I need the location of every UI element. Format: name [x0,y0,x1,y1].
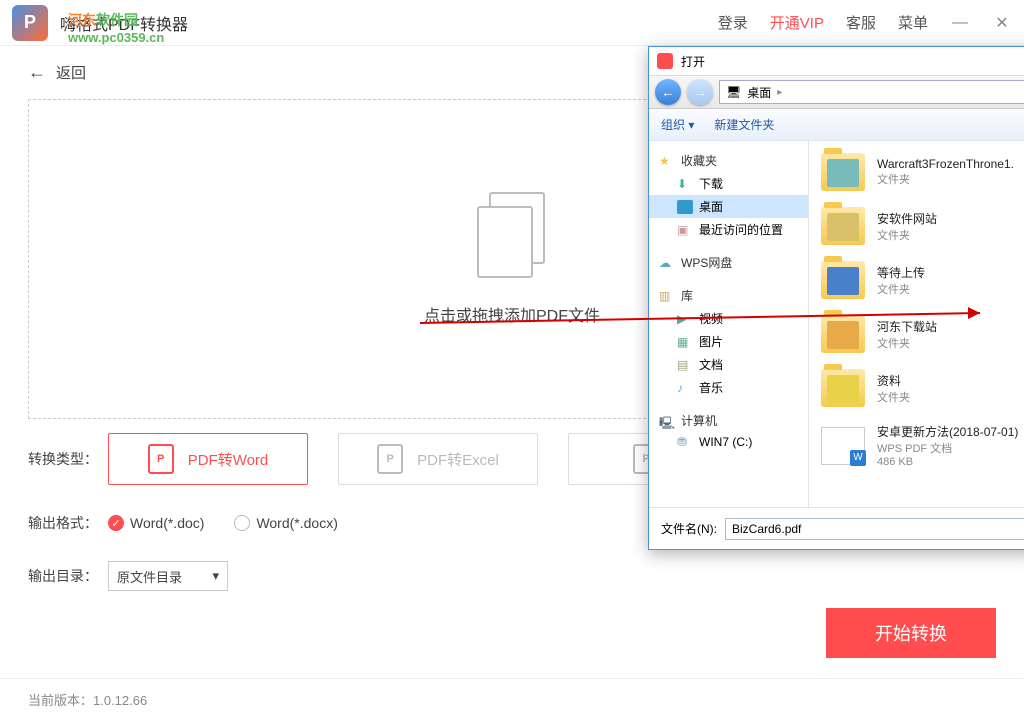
open-file-dialog: 打开 ← → 🖥 桌面 ▸ 组织 ▾ 新建文件夹 ★收藏夹 ⬇下载 桌面 ▣最近… [648,46,1024,550]
tree-favorites[interactable]: ★收藏夹 [649,149,808,172]
dialog-toolbar: 组织 ▾ 新建文件夹 [649,109,1024,141]
tree-computer[interactable]: 🖳计算机 [649,409,808,432]
star-icon: ★ [659,154,675,168]
filename-label: 文件名(N): [661,520,717,537]
recent-icon: ▣ [677,223,693,237]
folder-icon [821,153,865,191]
pdf-file-icon [821,427,865,465]
drive-icon: ⛃ [677,435,693,449]
nav-back-button[interactable]: ← [655,79,681,105]
radio-checked-icon [108,515,124,531]
dialog-title: 打开 [681,53,705,70]
desktop-path-icon: 🖥 [726,85,741,99]
folder-icon [821,207,865,245]
tree-c-drive[interactable]: ⛃WIN7 (C:) [649,432,808,452]
video-icon: ▶ [677,312,693,326]
word-file-icon: P [148,444,174,474]
folder-icon [821,315,865,353]
vip-link[interactable]: 开通VIP [770,12,824,33]
menu-link[interactable]: 菜单 [898,12,928,33]
tree-pictures[interactable]: ▦图片 [649,330,808,353]
output-dir-label: 输出目录： [28,566,108,586]
file-row[interactable]: 安卓更新方法(2018-07-01)WPS PDF 文档486 KB [809,415,1024,476]
chevron-down-icon: ▾ [212,568,219,584]
footer-version: 当前版本：1.0.12.66 [0,678,1024,720]
output-dir-select[interactable]: 原文件目录 ▾ [108,561,228,591]
file-row[interactable]: 安软件网站文件夹 [809,199,1024,253]
type-pdf-to-word[interactable]: P PDF转Word [108,433,308,485]
output-format-label: 输出格式： [28,513,108,533]
radio-docx[interactable]: Word(*.docx) [234,515,337,531]
address-bar[interactable]: 🖥 桌面 ▸ [719,80,1024,104]
file-size: 486 KB [877,456,1018,468]
computer-icon: 🖳 [659,414,675,428]
folder-icon [821,369,865,407]
tree-recent[interactable]: ▣最近访问的位置 [649,218,808,241]
file-meta: 文件夹 [877,227,937,243]
file-stack-icon [477,192,547,282]
dialog-bottom: 文件名(N): [649,507,1024,549]
tree-videos[interactable]: ▶视频 [649,307,808,330]
watermark: 河东软件园 www.pc0359.cn [68,10,164,45]
file-meta: WPS PDF 文档 [877,440,1018,456]
file-meta: 文件夹 [877,335,937,351]
file-name: Warcraft3FrozenThrone1. [877,157,1014,171]
start-convert-button[interactable]: 开始转换 [826,608,996,658]
tree-libraries[interactable]: ▥库 [649,284,808,307]
output-dir-section: 输出目录： 原文件目录 ▾ [0,547,1024,605]
chevron-right-icon: ▸ [777,87,782,98]
dialog-nav: ← → 🖥 桌面 ▸ [649,75,1024,109]
download-icon: ⬇ [677,177,693,191]
type-pdf-to-excel[interactable]: P PDF转Excel [338,433,538,485]
close-button[interactable]: ✕ [992,13,1012,33]
toolbar-new-folder[interactable]: 新建文件夹 [714,116,774,133]
toolbar-organize[interactable]: 组织 ▾ [661,116,694,133]
filename-input[interactable] [725,518,1024,540]
file-row[interactable]: Warcraft3FrozenThrone1.文件夹 [809,145,1024,199]
file-name: 等待上传 [877,264,925,281]
image-icon: ▦ [677,335,693,349]
login-link[interactable]: 登录 [718,12,748,33]
back-label: 返回 [56,62,86,83]
file-row[interactable]: 等待上传文件夹 [809,253,1024,307]
nav-forward-button[interactable]: → [687,79,713,105]
file-name: 河东下载站 [877,318,937,335]
file-name: 安软件网站 [877,210,937,227]
radio-doc[interactable]: Word(*.doc) [108,515,204,531]
cloud-icon: ☁ [659,256,675,270]
folder-icon [821,261,865,299]
app-logo-icon: P [12,5,48,41]
path-segment-desktop[interactable]: 桌面 [747,84,771,101]
tree-desktop[interactable]: 桌面 [649,195,808,218]
file-row[interactable]: 河东下载站文件夹 [809,307,1024,361]
music-icon: ♪ [677,381,693,395]
file-row[interactable]: 资料文件夹 [809,361,1024,415]
radio-unchecked-icon [234,515,250,531]
excel-file-icon: P [377,444,403,474]
file-meta: 文件夹 [877,389,910,405]
file-name: 资料 [877,372,910,389]
file-meta: 文件夹 [877,281,925,297]
minimize-button[interactable]: — [950,13,970,33]
desktop-icon [677,200,693,214]
back-arrow-icon: ← [28,62,46,83]
document-icon: ▤ [677,358,693,372]
tree-downloads[interactable]: ⬇下载 [649,172,808,195]
file-list: Warcraft3FrozenThrone1.文件夹安软件网站文件夹等待上传文件… [809,141,1024,507]
tree-documents[interactable]: ▤文档 [649,353,808,376]
folder-tree: ★收藏夹 ⬇下载 桌面 ▣最近访问的位置 ☁WPS网盘 ▥库 ▶视频 ▦图片 ▤… [649,141,809,507]
file-name: 安卓更新方法(2018-07-01) [877,423,1018,440]
tree-music[interactable]: ♪音乐 [649,376,808,399]
dialog-titlebar: 打开 [649,47,1024,75]
convert-type-label: 转换类型： [28,449,108,469]
pdf-app-icon [657,53,673,69]
file-meta: 文件夹 [877,171,1014,187]
library-icon: ▥ [659,289,675,303]
dropzone-text: 点击或拖拽添加PDF文件 [424,302,600,326]
service-link[interactable]: 客服 [846,12,876,33]
tree-wps[interactable]: ☁WPS网盘 [649,251,808,274]
